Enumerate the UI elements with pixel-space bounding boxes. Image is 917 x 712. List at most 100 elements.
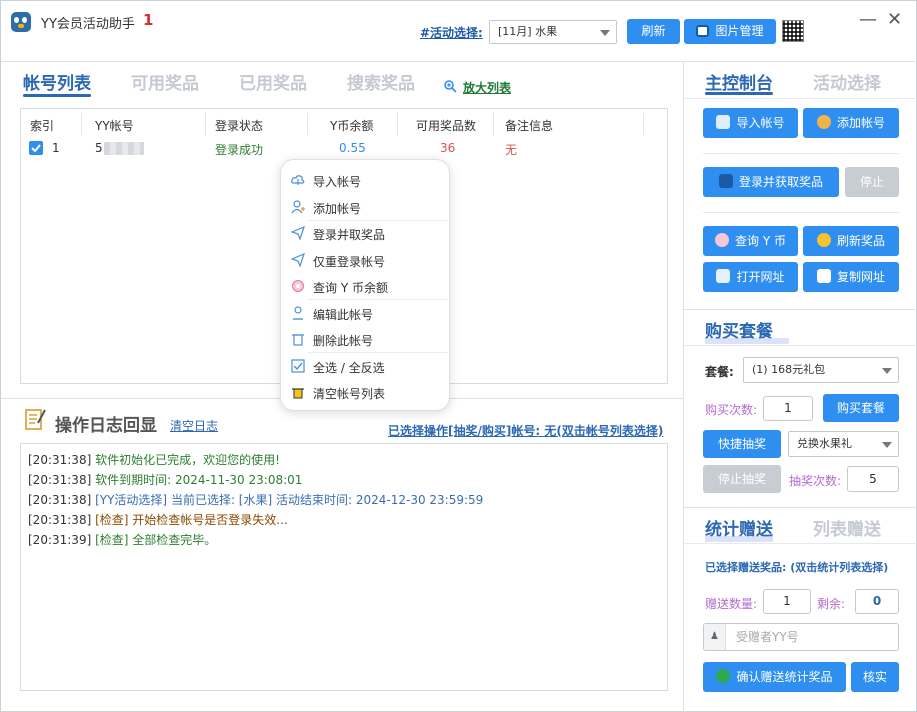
trash-icon: [291, 332, 305, 346]
package-label: 套餐:: [705, 365, 734, 379]
context-menu-item-delete[interactable]: 删除此帐号: [280, 326, 450, 352]
refresh-button[interactable]: 刷新: [627, 19, 680, 44]
package-select-value: (1) 168元礼包: [752, 363, 826, 376]
stop-button[interactable]: 停止: [845, 167, 899, 197]
minimize-icon[interactable]: —: [859, 9, 877, 30]
cell-balance: 0.55: [339, 141, 366, 155]
tab-search-prizes[interactable]: 搜索奖品: [347, 69, 415, 94]
col-header-prizes[interactable]: 可用奖品数: [416, 117, 476, 134]
image-icon: [696, 25, 710, 37]
context-menu-label: 清空帐号列表: [313, 387, 386, 401]
draw-count-label: 抽奖次数:: [789, 474, 842, 488]
log-notebook-icon: [24, 407, 46, 431]
col-divider: [493, 113, 494, 135]
col-header-account[interactable]: YY帐号: [95, 117, 134, 134]
context-menu-item-relogin[interactable]: 仅重登录帐号: [280, 247, 450, 273]
context-menu-item-login-get[interactable]: 登录并取奖品: [280, 220, 450, 246]
context-menu-label: 登录并取奖品: [313, 228, 386, 242]
exchange-select[interactable]: 兑换水果礼: [788, 431, 899, 457]
remain-label: 剩余:: [817, 597, 846, 611]
log-text: 开始检查帐号是否登录失效...: [128, 513, 288, 527]
recipient-placeholder: 受赠者YY号: [736, 630, 799, 644]
activity-select[interactable]: [11月] 水果: [489, 20, 617, 44]
quick-draw-button[interactable]: 快捷抽奖: [703, 430, 781, 458]
draw-count-input[interactable]: 5: [847, 466, 899, 492]
activity-select-value: [11月] 水果: [498, 25, 558, 38]
copy-url-label: 复制网址: [836, 270, 885, 284]
col-divider: [397, 113, 398, 135]
import-account-button[interactable]: 导入帐号: [703, 108, 798, 138]
title-highlight: [705, 338, 789, 344]
context-menu-item-add[interactable]: 添加帐号: [280, 194, 450, 220]
stop-draw-button[interactable]: 停止抽奖: [703, 465, 781, 493]
tab-underline: [23, 94, 91, 97]
activity-label[interactable]: #活动选择:: [420, 24, 483, 41]
col-header-note[interactable]: 备注信息: [505, 117, 553, 134]
cell-prizes: 36: [440, 141, 456, 155]
verify-button[interactable]: 核实: [851, 662, 899, 692]
context-menu-label: 查询 Y 币余额: [313, 281, 388, 295]
selected-gift-prize[interactable]: 已选择赠送奖品: (双击统计列表选择): [705, 559, 888, 575]
tab-used-prizes[interactable]: 已用奖品: [239, 69, 307, 94]
context-menu-label: 仅重登录帐号: [313, 255, 386, 269]
package-select[interactable]: (1) 168元礼包: [743, 357, 899, 383]
col-divider: [205, 113, 206, 135]
log-title: 操作日志回显: [55, 416, 157, 436]
title-highlight: [705, 536, 773, 542]
buy-count-input[interactable]: 1: [763, 396, 813, 421]
login-get-prize-button[interactable]: 登录并获取奖品: [703, 167, 839, 197]
context-menu-item-import[interactable]: 导入帐号: [280, 167, 450, 193]
tab-list-gift[interactable]: 列表赠送: [813, 515, 881, 540]
edit-user-icon: [291, 306, 305, 320]
query-ycoin-button[interactable]: 查询 Y 币: [703, 226, 798, 256]
send-icon: [290, 225, 305, 241]
coin-icon: [291, 279, 305, 293]
open-url-label: 打开网址: [736, 270, 785, 284]
col-divider: [643, 113, 644, 135]
open-url-button[interactable]: 打开网址: [703, 262, 798, 292]
selected-op-account[interactable]: 已选择操作[抽奖/购买]帐号: 无(双击帐号列表选择): [388, 422, 663, 439]
cell-index: 1: [52, 141, 60, 155]
buy-package-button[interactable]: 购买套餐: [823, 394, 899, 422]
close-icon[interactable]: ✕: [887, 9, 902, 30]
clear-log-link[interactable]: 清空日志: [170, 417, 218, 434]
app-logo-icon: [11, 12, 31, 32]
tab-activity-select[interactable]: 活动选择: [813, 69, 881, 94]
masked-account: [104, 142, 144, 155]
exchange-select-value: 兑换水果礼: [797, 437, 852, 450]
context-menu-label: 导入帐号: [313, 175, 362, 189]
context-menu-item-edit[interactable]: 编辑此帐号: [280, 300, 450, 326]
add-account-button[interactable]: 添加帐号: [803, 108, 899, 138]
tab-account-list[interactable]: 帐号列表: [23, 69, 91, 94]
gift-qty-label: 赠送数量:: [705, 597, 758, 611]
tab-main-console[interactable]: 主控制台: [705, 69, 773, 94]
context-menu-item-select-all[interactable]: 全选 / 全反选: [280, 353, 450, 379]
qr-code-icon[interactable]: [782, 20, 804, 42]
import-account-label: 导入帐号: [736, 116, 785, 130]
log-line: [20:31:38] 软件初始化已完成，欢迎您的使用!: [28, 451, 280, 468]
app-title: YY会员活动助手: [41, 17, 135, 32]
copy-url-button[interactable]: 复制网址: [803, 262, 899, 292]
tab-available-prizes[interactable]: 可用奖品: [131, 69, 199, 94]
gift-qty-input[interactable]: 1: [763, 589, 811, 614]
image-manage-button[interactable]: 图片管理: [684, 19, 776, 44]
context-menu-label: 删除此帐号: [313, 334, 374, 348]
log-value: 2024-11-30 23:08:01: [174, 473, 303, 487]
col-header-balance[interactable]: Y币余额: [330, 117, 373, 134]
cell-account: 5: [95, 141, 103, 155]
context-menu-item-clear[interactable]: 清空帐号列表: [280, 379, 450, 405]
confirm-gift-button[interactable]: 确认赠送统计奖品: [703, 662, 846, 692]
col-header-status[interactable]: 登录状态: [215, 117, 263, 134]
refresh-prize-button[interactable]: 刷新奖品: [803, 226, 899, 256]
context-menu-item-query-ycoin[interactable]: 查询 Y 币余额: [280, 273, 450, 299]
cloud-upload-icon: [291, 173, 305, 187]
log-line: [20:31:38] 软件到期时间: 2024-11-30 23:08:01: [28, 471, 302, 488]
log-tag: [检查]: [95, 533, 129, 547]
log-time: [20:31:39]: [28, 533, 92, 547]
confirm-gift-label: 确认赠送统计奖品: [736, 670, 833, 684]
enlarge-list-link[interactable]: 放大列表: [463, 79, 511, 96]
refresh-prize-icon: [816, 233, 831, 247]
col-header-index[interactable]: 索引: [30, 117, 54, 134]
row-checkbox[interactable]: [29, 141, 43, 155]
recipient-input[interactable]: ♟ 受赠者YY号: [703, 623, 899, 651]
